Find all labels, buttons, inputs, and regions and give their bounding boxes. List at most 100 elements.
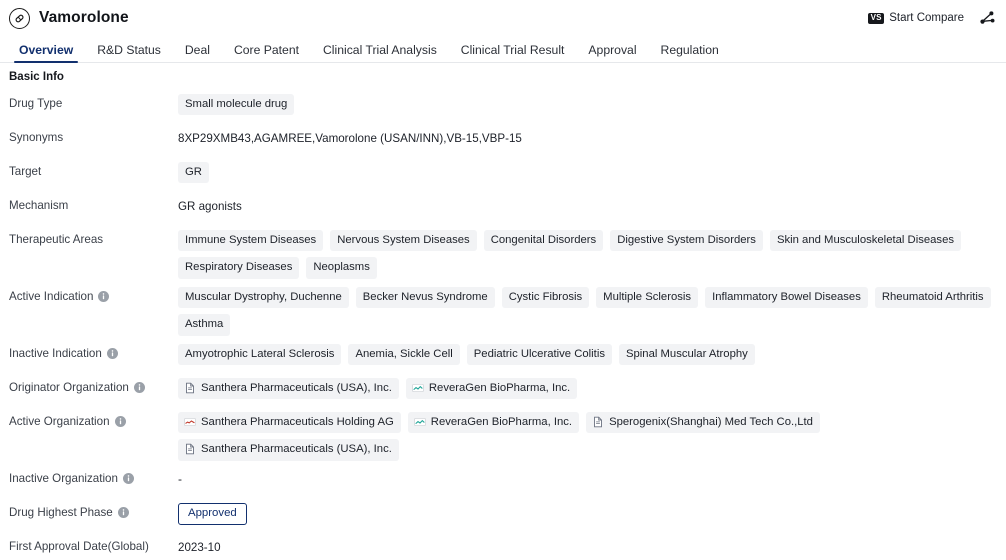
label-text: Drug Type <box>9 97 63 110</box>
chip-active-indication[interactable]: Multiple Sclerosis <box>596 286 699 309</box>
synonyms-text: 8XP29XMB43,AGAMREE,Vamorolone (USAN/INN)… <box>178 132 522 145</box>
label-text: Target <box>9 165 42 178</box>
tab-core-patent[interactable]: Core Patent <box>222 44 311 62</box>
chip-therapeutic-area[interactable]: Nervous System Diseases <box>330 230 477 252</box>
row-active-organization: Active Organization Santhera Pharmaceuti… <box>9 407 997 464</box>
chip-therapeutic-area[interactable]: Skin and Musculoskeletal Diseases <box>769 230 962 252</box>
row-first-approval-date: First Approval Date(Global) 2023-10 <box>9 532 997 560</box>
chip-inactive-indication[interactable]: Anemia, Sickle Cell <box>348 343 460 366</box>
chip-therapeutic-area[interactable]: Digestive System Disorders <box>610 230 763 252</box>
capsule-icon <box>9 7 30 29</box>
info-icon[interactable] <box>106 348 118 360</box>
label-first-approval-date: First Approval Date(Global) <box>9 535 178 554</box>
drug-brand: Vamorolone <box>9 7 129 29</box>
status-badge[interactable]: Approved <box>178 502 247 525</box>
value-active-indication: Muscular Dystrophy, Duchenne Becker Nevu… <box>178 285 997 336</box>
value-active-organization: Santhera Pharmaceuticals Holding AG Reve… <box>178 410 997 461</box>
chip-inactive-indication[interactable]: Spinal Muscular Atrophy <box>618 343 755 366</box>
label-text: Drug Highest Phase <box>9 505 113 519</box>
chip-originator-organization[interactable]: Santhera Pharmaceuticals (USA), Inc. <box>178 377 399 400</box>
org-name: Santhera Pharmaceuticals Holding AG <box>201 415 394 428</box>
label-text: Originator Organization <box>9 380 129 394</box>
value-inactive-organization: - <box>178 467 997 486</box>
row-drug-highest-phase: Drug Highest Phase Approved <box>9 498 997 532</box>
chip-active-indication[interactable]: Rheumatoid Arthritis <box>874 286 991 309</box>
label-text: Inactive Organization <box>9 471 118 485</box>
chip-therapeutic-area[interactable]: Neoplasms <box>306 257 377 279</box>
info-icon[interactable] <box>133 382 145 394</box>
first-approval-date-text: 2023-10 <box>178 540 221 554</box>
chip-drug-type[interactable]: Small molecule drug <box>178 94 295 116</box>
chip-active-indication[interactable]: Becker Nevus Syndrome <box>355 286 495 309</box>
document-icon <box>184 443 196 455</box>
value-inactive-indication: Amyotrophic Lateral Sclerosis Anemia, Si… <box>178 342 997 366</box>
org-name: ReveraGen BioPharma, Inc. <box>428 381 571 394</box>
company-logo-icon <box>413 416 426 428</box>
org-name: ReveraGen BioPharma, Inc. <box>430 415 573 428</box>
tab-regulation[interactable]: Regulation <box>649 44 731 62</box>
row-inactive-organization: Inactive Organization - <box>9 464 997 498</box>
org-name: Santhera Pharmaceuticals (USA), Inc. <box>201 381 392 394</box>
label-originator-organization: Originator Organization <box>9 376 178 395</box>
row-inactive-indication: Inactive Indication Amyotrophic Lateral … <box>9 339 997 373</box>
info-icon[interactable] <box>114 416 126 428</box>
value-therapeutic-areas: Immune System Diseases Nervous System Di… <box>178 228 997 279</box>
tab-overview[interactable]: Overview <box>7 44 85 64</box>
chip-active-indication[interactable]: Muscular Dystrophy, Duchenne <box>178 286 349 309</box>
mechanism-text: GR agonists <box>178 200 242 213</box>
basic-info-rows: Drug Type Small molecule drug Synonyms 8… <box>0 89 1006 560</box>
value-target: GR <box>178 160 997 184</box>
label-active-indication: Active Indication <box>9 285 178 304</box>
chip-target[interactable]: GR <box>178 162 209 184</box>
label-text: Active Indication <box>9 289 94 303</box>
label-inactive-indication: Inactive Indication <box>9 342 178 361</box>
row-synonyms: Synonyms 8XP29XMB43,AGAMREE,Vamorolone (… <box>9 123 997 157</box>
chip-therapeutic-area[interactable]: Congenital Disorders <box>483 230 604 252</box>
row-therapeutic-areas: Therapeutic Areas Immune System Diseases… <box>9 225 997 282</box>
label-therapeutic-areas: Therapeutic Areas <box>9 228 178 247</box>
row-originator-organization: Originator Organization Santhera Pharmac… <box>9 373 997 407</box>
row-mechanism: Mechanism GR agonists <box>9 191 997 225</box>
chip-therapeutic-area[interactable]: Respiratory Diseases <box>178 257 300 279</box>
label-text: Therapeutic Areas <box>9 233 104 246</box>
drug-detail-page: Vamorolone VS Start Compare Overview R&D… <box>0 0 1006 560</box>
page-title: Vamorolone <box>39 9 129 26</box>
chip-active-indication[interactable]: Cystic Fibrosis <box>501 286 590 309</box>
label-inactive-organization: Inactive Organization <box>9 467 178 486</box>
label-drug-highest-phase: Drug Highest Phase <box>9 501 178 520</box>
value-drug-highest-phase: Approved <box>178 501 997 525</box>
tab-clinical-trial-analysis[interactable]: Clinical Trial Analysis <box>311 44 449 62</box>
document-icon <box>184 382 196 394</box>
header-actions: VS Start Compare <box>867 9 998 27</box>
value-synonyms: 8XP29XMB43,AGAMREE,Vamorolone (USAN/INN)… <box>178 126 997 146</box>
label-drug-type: Drug Type <box>9 92 178 111</box>
section-title-basic-info: Basic Info <box>9 71 64 83</box>
chip-originator-organization[interactable]: ReveraGen BioPharma, Inc. <box>405 377 578 400</box>
chip-active-organization[interactable]: Santhera Pharmaceuticals (USA), Inc. <box>178 439 399 461</box>
label-mechanism: Mechanism <box>9 194 178 213</box>
tab-clinical-trial-result[interactable]: Clinical Trial Result <box>449 44 577 62</box>
info-icon[interactable] <box>117 506 129 518</box>
info-icon[interactable] <box>122 472 134 484</box>
chip-active-organization[interactable]: ReveraGen BioPharma, Inc. <box>407 411 580 434</box>
label-text: Mechanism <box>9 199 69 212</box>
row-active-indication: Active Indication Muscular Dystrophy, Du… <box>9 282 997 339</box>
share-nodes-icon[interactable] <box>978 9 996 27</box>
chip-inactive-indication[interactable]: Amyotrophic Lateral Sclerosis <box>178 343 342 366</box>
company-logo-icon <box>412 382 424 394</box>
chip-inactive-indication[interactable]: Pediatric Ulcerative Colitis <box>466 343 612 366</box>
label-target: Target <box>9 160 178 179</box>
chip-therapeutic-area[interactable]: Immune System Diseases <box>178 230 324 252</box>
info-icon[interactable] <box>98 291 110 303</box>
chip-active-organization[interactable]: Sperogenix(Shanghai) Med Tech Co.,Ltd <box>586 411 820 434</box>
tab-deal[interactable]: Deal <box>173 44 222 62</box>
start-compare-button[interactable]: VS Start Compare <box>867 12 964 24</box>
overview-scroll-area: Basic Info Drug Type Small molecule drug… <box>0 63 1006 560</box>
chip-active-indication[interactable]: Inflammatory Bowel Diseases <box>705 286 868 309</box>
label-synonyms: Synonyms <box>9 126 178 145</box>
tab-approval[interactable]: Approval <box>576 44 648 62</box>
chip-active-indication[interactable]: Asthma <box>178 314 231 336</box>
chip-active-organization[interactable]: Santhera Pharmaceuticals Holding AG <box>178 411 401 434</box>
tab-rd-status[interactable]: R&D Status <box>85 44 173 62</box>
row-target: Target GR <box>9 157 997 191</box>
